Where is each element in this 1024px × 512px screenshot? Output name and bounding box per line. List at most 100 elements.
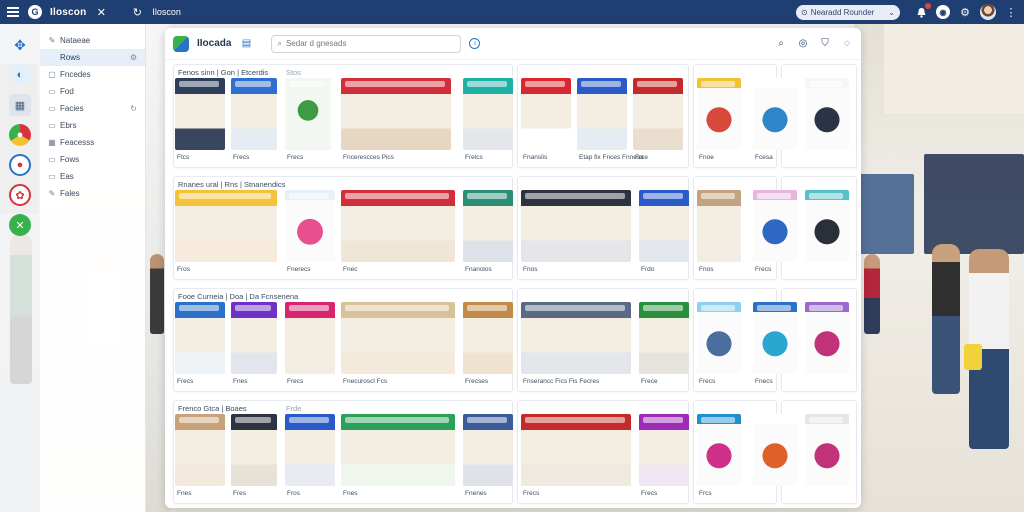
tab-label[interactable]: Iloscon <box>152 7 181 17</box>
icon-rail: ✥ ◐ ▦ ● ● ✿ ✕ <box>0 24 40 512</box>
nav-item-2[interactable]: ▢ Fncedes <box>40 66 145 83</box>
close-icon[interactable]: ✕ <box>94 5 108 19</box>
store-thumbnail[interactable] <box>341 414 455 486</box>
store-sign <box>289 193 329 199</box>
share-icon[interactable]: ✕ <box>9 214 31 236</box>
store-thumbnail[interactable] <box>341 78 451 150</box>
store-thumbnail[interactable] <box>463 302 513 374</box>
store-thumbnail[interactable] <box>577 78 627 150</box>
store-thumbnail[interactable] <box>285 302 335 374</box>
nav-item-0[interactable]: ✎ Nataeae <box>40 32 145 49</box>
grid-icon[interactable]: ▦ <box>9 94 31 116</box>
store-thumbnail[interactable] <box>697 190 741 262</box>
store-thumbnail[interactable] <box>639 302 689 374</box>
store-thumbnail[interactable] <box>285 414 335 486</box>
store-sign <box>809 305 843 311</box>
nav-item-label: Fncedes <box>60 70 91 79</box>
help-icon[interactable]: ◉ <box>936 5 950 19</box>
tile-caption: Fnos <box>523 266 538 273</box>
global-search[interactable]: ⊙ Nearadd Rounder ⌄ <box>796 4 900 20</box>
store-thumbnail[interactable] <box>639 414 689 486</box>
product-thumbnail[interactable] <box>697 78 741 150</box>
search-icon[interactable]: ⌕ <box>775 38 787 50</box>
product-thumbnail[interactable] <box>805 414 849 486</box>
document-icon: ▭ <box>48 155 56 164</box>
store-thumbnail[interactable] <box>753 190 797 262</box>
store-thumbnail[interactable] <box>463 414 513 486</box>
search-box[interactable]: ⌕ <box>271 34 462 53</box>
shield-icon[interactable]: ⛉ <box>819 38 831 50</box>
settings-icon[interactable]: ⚙ <box>958 5 972 19</box>
more-icon[interactable]: ⋮ <box>1004 5 1018 19</box>
nav-item-8[interactable]: ▭ Eas <box>40 168 145 185</box>
store-thumbnail[interactable] <box>521 302 631 374</box>
nav-item-1[interactable]: Rows ⚙ <box>40 49 145 66</box>
chat-icon[interactable]: ◌ <box>841 38 853 50</box>
store-thumbnail[interactable] <box>521 190 631 262</box>
app-title: Iloscon <box>50 6 87 18</box>
section-subtitle: Stos <box>286 68 302 77</box>
store-sign <box>701 193 735 199</box>
notifications-icon[interactable] <box>914 3 931 19</box>
store-thumbnail[interactable] <box>341 302 455 374</box>
store-sign <box>809 81 843 87</box>
store-thumbnail[interactable] <box>175 302 225 374</box>
store-thumbnail[interactable] <box>521 414 631 486</box>
search-input[interactable] <box>285 39 446 48</box>
info-icon[interactable]: i <box>469 38 481 49</box>
nav-item-3[interactable]: ▭ Fod <box>40 83 145 100</box>
window-logo-icon <box>173 35 189 52</box>
product-thumbnail[interactable] <box>805 302 849 374</box>
store-thumbnail[interactable] <box>285 190 335 262</box>
menu-icon[interactable] <box>6 5 20 19</box>
refresh-icon[interactable]: ↻ <box>130 5 144 19</box>
maps-icon[interactable]: ● <box>9 154 31 176</box>
main-window: IIocada ▤ ⌕ i ⌕ ◎ ⛉ ◌ Fenos sinn | Gon |… <box>165 28 861 508</box>
drop-icon[interactable]: ◐ <box>9 64 31 86</box>
tile-caption: Frece <box>641 378 658 385</box>
store-thumbnail[interactable] <box>805 190 849 262</box>
store-thumbnail[interactable] <box>175 78 225 150</box>
store-thumbnail[interactable] <box>633 78 683 150</box>
store-thumbnail[interactable] <box>231 302 277 374</box>
store-thumbnail[interactable] <box>175 190 277 262</box>
store-thumbnail[interactable] <box>639 190 689 262</box>
product-thumbnail[interactable] <box>753 78 797 150</box>
chrome-icon[interactable]: ● <box>9 124 31 146</box>
avatar[interactable] <box>980 4 996 20</box>
tile-caption: Ftcs <box>177 154 190 161</box>
doc-icon: ▭ <box>48 172 56 181</box>
nav-item-7[interactable]: ▭ Fows <box>40 151 145 168</box>
store-thumbnail[interactable] <box>175 414 225 486</box>
save-icon[interactable]: ▤ <box>239 37 253 51</box>
product-thumbnail[interactable] <box>697 414 741 486</box>
nav-item-5[interactable]: ▭ Ebrs <box>40 117 145 134</box>
store-sign <box>179 81 219 87</box>
store-thumbnail[interactable] <box>463 190 513 262</box>
store-thumbnail[interactable] <box>231 78 277 150</box>
store-thumbnail[interactable] <box>285 78 331 150</box>
globe-icon[interactable]: ◎ <box>797 38 809 50</box>
tile-caption: Fnecuroscl Fcs <box>343 378 388 385</box>
section-title: Frenco Gtca | Boaes <box>178 404 247 413</box>
window-title: IIocada <box>197 38 232 49</box>
product-thumbnail[interactable] <box>753 302 797 374</box>
tile-caption: Etap fix Fnces Fnnesa <box>579 154 644 161</box>
nav-item-9[interactable]: ✎ Fales <box>40 185 145 202</box>
nav-item-6[interactable]: ▦ Feacesss <box>40 134 145 151</box>
store-thumbnail[interactable] <box>521 78 571 150</box>
compass-icon[interactable]: ✥ <box>9 34 31 56</box>
store-thumbnail[interactable] <box>231 414 277 486</box>
product-thumbnail[interactable] <box>753 414 797 486</box>
tile-caption: Frecs <box>177 378 194 385</box>
folder-icon: ▭ <box>48 87 56 96</box>
store-thumbnail[interactable] <box>463 78 513 150</box>
nav-item-label: Rows <box>60 53 81 62</box>
tile-caption: Fnes <box>343 490 358 497</box>
nav-item-4[interactable]: ▭ Facies ↻ <box>40 100 145 117</box>
store-thumbnail[interactable] <box>341 190 455 262</box>
photos-icon[interactable]: ✿ <box>9 184 31 206</box>
store-sign <box>345 81 445 87</box>
product-thumbnail[interactable] <box>697 302 741 374</box>
product-thumbnail[interactable] <box>805 78 849 150</box>
